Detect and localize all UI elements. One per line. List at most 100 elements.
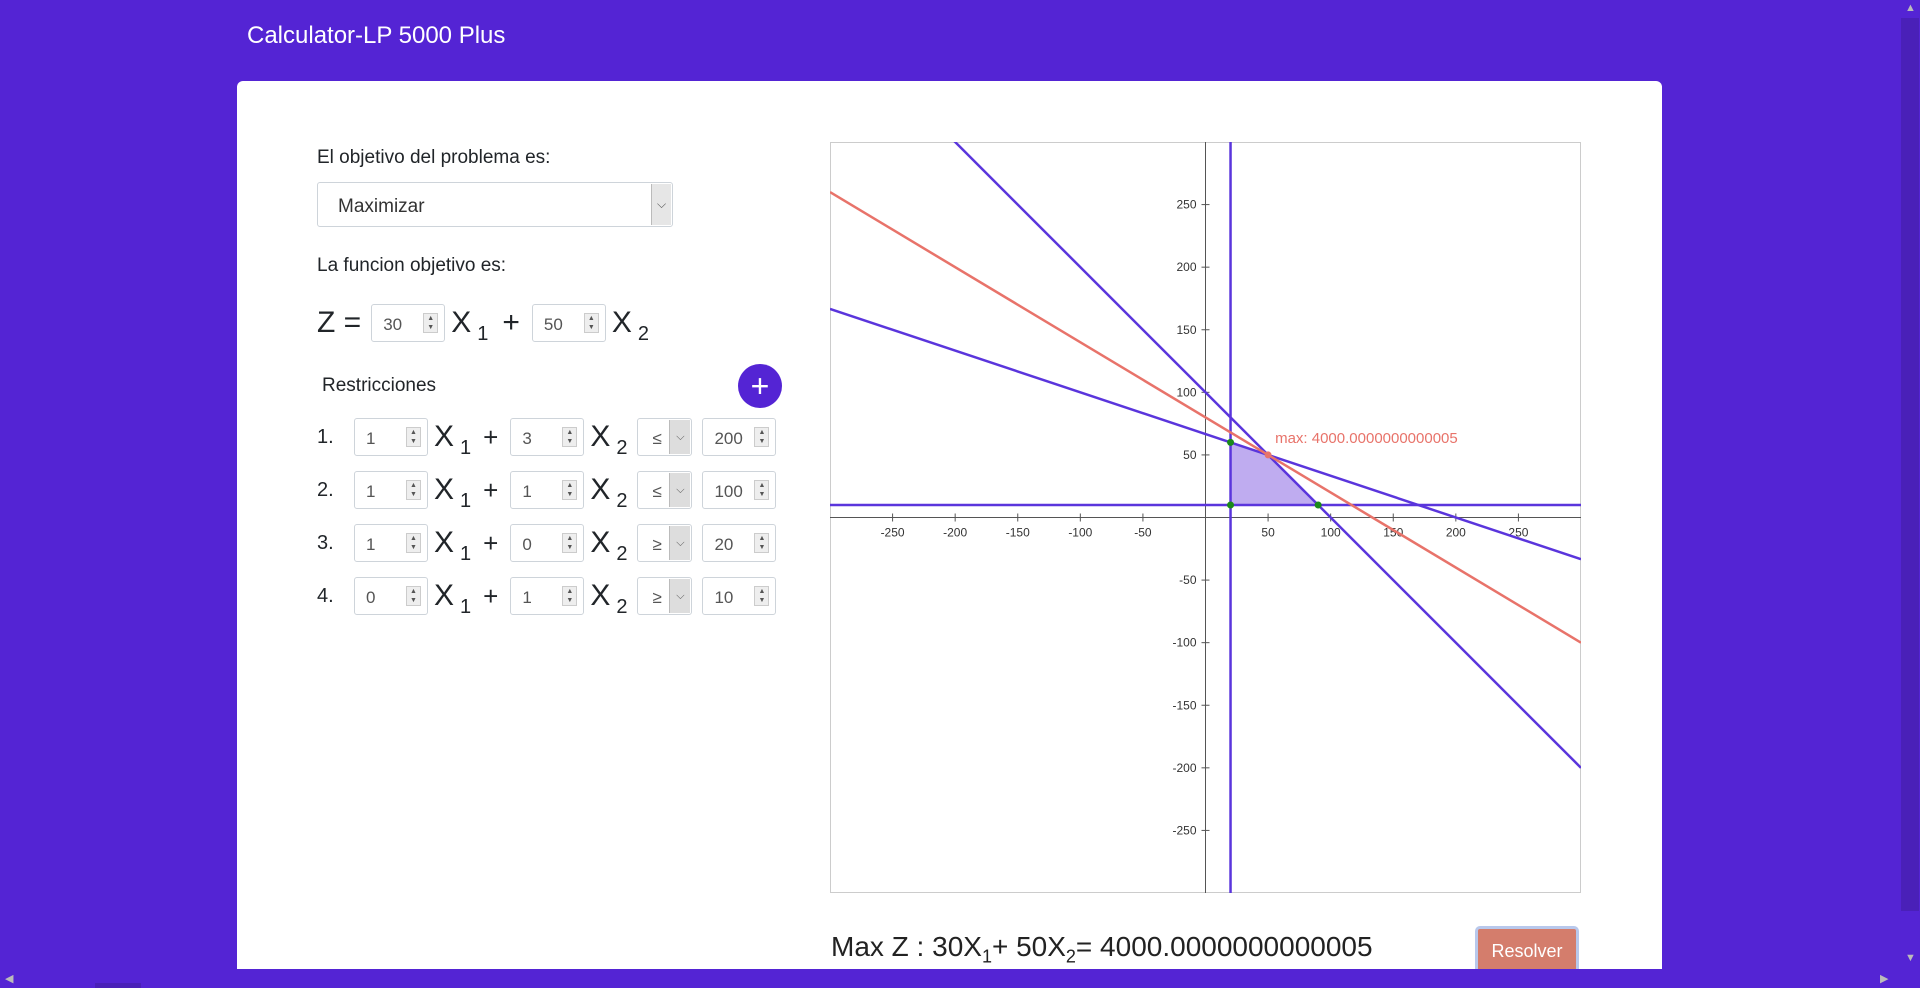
coef-x2-input[interactable]: 50 ▲ ▼ xyxy=(531,304,606,342)
spinner-icon[interactable]: ▲ ▼ xyxy=(754,533,770,553)
chevron-down-icon: ⌵ xyxy=(669,473,691,507)
restriction-row: 3. 1 ▲ ▼ X 1 +0 ▲ ▼ X 2 ≥ ⌵ 20 ▲ ▼ xyxy=(317,523,777,565)
spinner-icon[interactable]: ▲ ▼ xyxy=(406,533,421,553)
chevron-down-icon: ⌵ xyxy=(669,420,691,454)
scroll-left-icon[interactable]: ◀ xyxy=(5,972,13,985)
y-tick-label: 50 xyxy=(1183,448,1197,462)
restriction-index: 2. xyxy=(317,478,334,501)
restriction-rhs-input[interactable]: 100 ▲ ▼ xyxy=(702,471,777,509)
z-label: Z = xyxy=(317,306,362,339)
max-label: max: 4000.0000000000005 xyxy=(1275,430,1458,447)
restrictions-title: Restricciones xyxy=(322,375,437,396)
x-tick-label: -250 xyxy=(881,526,905,540)
plus-sign: + xyxy=(483,474,499,505)
var-x2: X2 xyxy=(611,306,649,345)
restriction-operator-select[interactable]: ≥ ⌵ xyxy=(637,524,693,562)
top-navbar: Calculator-LP 5000 Plus xyxy=(0,0,1900,80)
var-x2: X2 xyxy=(590,473,628,512)
var-x2: X2 xyxy=(590,526,628,565)
spinner-icon[interactable]: ▲ ▼ xyxy=(423,313,439,333)
restriction-rhs-input[interactable]: 200 ▲ ▼ xyxy=(702,418,777,456)
y-tick-label: -200 xyxy=(1172,761,1196,775)
spinner-icon[interactable]: ▲ ▼ xyxy=(562,427,578,447)
spinner-icon[interactable]: ▲ ▼ xyxy=(406,427,421,447)
vertex-point xyxy=(1227,438,1235,446)
horizontal-scroll-thumb[interactable] xyxy=(95,983,141,988)
objective-function-row: Z = 30 ▲ ▼ X1 + 50 ▲ ▼ X2 xyxy=(317,303,649,345)
vertical-scroll-thumb[interactable] xyxy=(1901,18,1919,911)
scroll-down-icon[interactable]: ▼ xyxy=(1905,952,1916,964)
y-tick-label: -100 xyxy=(1172,636,1196,650)
restriction-index: 1. xyxy=(317,425,334,448)
objective-select[interactable]: Maximizar ⌵ xyxy=(317,182,673,227)
restriction-coef-x1-input[interactable]: 1 ▲ ▼ xyxy=(354,418,428,456)
vertex-point xyxy=(1314,501,1322,509)
horizontal-scrollbar[interactable] xyxy=(0,969,1920,988)
restriction-index: 4. xyxy=(317,584,334,607)
restriction-coef-x1-input[interactable]: 1 ▲ ▼ xyxy=(354,524,428,562)
app-title: Calculator-LP 5000 Plus xyxy=(247,22,506,49)
plus-sign: + xyxy=(502,306,520,339)
restriction-coef-x2-input[interactable]: 3 ▲ ▼ xyxy=(510,418,585,456)
var-x1: X1 xyxy=(451,306,489,345)
restriction-operator-select[interactable]: ≥ ⌵ xyxy=(637,577,693,615)
coef-x1-input[interactable]: 30 ▲ ▼ xyxy=(371,304,446,342)
var-x1: X1 xyxy=(434,526,472,565)
y-tick-label: 250 xyxy=(1176,198,1196,212)
vertex-point xyxy=(1264,451,1272,459)
add-restriction-button[interactable]: + xyxy=(738,364,782,408)
var-x1: X1 xyxy=(434,420,472,459)
plus-icon: + xyxy=(750,368,770,404)
x-tick-label: 50 xyxy=(1261,526,1275,540)
spinner-icon[interactable]: ▲ ▼ xyxy=(406,586,421,606)
restriction-coef-x1-input[interactable]: 1 ▲ ▼ xyxy=(354,471,428,509)
lp-graph: -250 -200 -150 -100 -50 50 100 150 200 2502502001… xyxy=(830,142,1581,893)
plus-sign: + xyxy=(483,527,499,558)
spinner-icon[interactable]: ▲ ▼ xyxy=(754,480,770,500)
restriction-coef-x2-input[interactable]: 1 ▲ ▼ xyxy=(510,577,585,615)
objective-select-value: Maximizar xyxy=(338,196,425,217)
restriction-rhs-input[interactable]: 20 ▲ ▼ xyxy=(702,524,777,562)
y-tick-label: 150 xyxy=(1176,323,1196,337)
plus-sign: + xyxy=(483,421,499,452)
restriction-operator-select[interactable]: ≤ ⌵ xyxy=(637,418,693,456)
var-x1: X1 xyxy=(434,579,472,618)
restriction-operator-select[interactable]: ≤ ⌵ xyxy=(637,471,693,509)
scroll-up-icon[interactable]: ▲ xyxy=(1905,2,1916,14)
y-tick-label: 100 xyxy=(1176,385,1196,399)
y-tick-label: -250 xyxy=(1172,823,1196,837)
spinner-icon[interactable]: ▲ ▼ xyxy=(754,427,770,447)
result-text: Max Z : 30X1+ 50X2= 4000.0000000000005 xyxy=(831,931,1373,967)
y-tick-label: 200 xyxy=(1176,260,1196,274)
restriction-rhs-input[interactable]: 10 ▲ ▼ xyxy=(702,577,777,615)
restriction-row: 4. 0 ▲ ▼ X 1 +1 ▲ ▼ X 2 ≥ ⌵ 10 ▲ ▼ xyxy=(317,576,777,618)
objective-label: El objetivo del problema es: xyxy=(317,147,551,168)
chevron-down-icon: ⌵ xyxy=(669,526,691,560)
spinner-icon[interactable]: ▲ ▼ xyxy=(583,313,599,333)
var-x2: X2 xyxy=(590,579,628,618)
spinner-icon[interactable]: ▲ ▼ xyxy=(562,480,578,500)
x-tick-label: 150 xyxy=(1383,526,1403,540)
chevron-down-icon: ⌵ xyxy=(651,184,671,225)
scroll-right-icon[interactable]: ▶ xyxy=(1880,972,1888,985)
spinner-icon[interactable]: ▲ ▼ xyxy=(562,586,578,606)
spinner-icon[interactable]: ▲ ▼ xyxy=(754,586,770,606)
restriction-coef-x2-input[interactable]: 1 ▲ ▼ xyxy=(510,471,585,509)
vertex-point xyxy=(1227,501,1235,509)
spinner-icon[interactable]: ▲ ▼ xyxy=(562,533,578,553)
spinner-icon[interactable]: ▲ ▼ xyxy=(406,480,421,500)
restriction-coef-x2-input[interactable]: 0 ▲ ▼ xyxy=(510,524,585,562)
var-x2: X2 xyxy=(590,420,628,459)
x-tick-label: 200 xyxy=(1446,526,1466,540)
x-tick-label: -50 xyxy=(1134,526,1152,540)
restriction-row: 1. 1 ▲ ▼ X 1 +3 ▲ ▼ X 2 ≤ ⌵ 200 ▲ ▼ xyxy=(317,417,777,459)
restriction-coef-x1-input[interactable]: 0 ▲ ▼ xyxy=(354,577,428,615)
x-tick-label: -200 xyxy=(943,526,967,540)
var-x1: X1 xyxy=(434,473,472,512)
main-card: El objetivo del problema es: Maximizar ⌵… xyxy=(237,81,1662,981)
restriction-index: 3. xyxy=(317,531,334,554)
y-tick-label: -50 xyxy=(1179,573,1197,587)
x-tick-label: -150 xyxy=(1006,526,1030,540)
y-tick-label: -150 xyxy=(1172,698,1196,712)
x-tick-label: 100 xyxy=(1321,526,1341,540)
